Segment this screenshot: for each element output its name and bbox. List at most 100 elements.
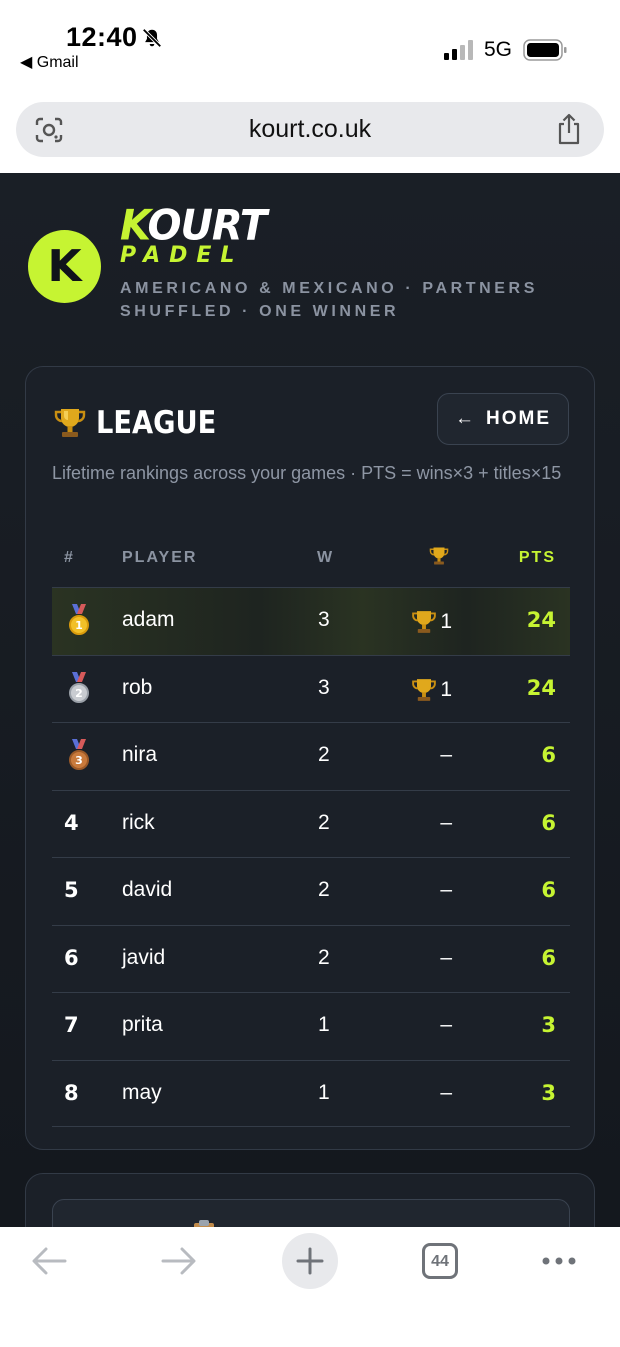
- status-time: 12:40: [66, 22, 138, 52]
- row-player: prita: [122, 1013, 163, 1036]
- medal-gold-icon: 1: [69, 604, 89, 635]
- share-icon[interactable]: [556, 113, 582, 145]
- back-arrow-icon[interactable]: [30, 1245, 68, 1277]
- brand-sub: PADEL: [120, 243, 244, 268]
- row-titles-value: 1: [440, 610, 452, 633]
- next-card-button[interactable]: [52, 1199, 570, 1227]
- row-points: 24: [526, 675, 556, 700]
- medal-bronze-icon: 3: [69, 739, 89, 770]
- medal-rank: 3: [75, 754, 83, 767]
- trophy-icon: [429, 547, 449, 565]
- row-wins: 2: [318, 945, 330, 969]
- col-wins-header: W: [317, 549, 335, 566]
- row-rank: 6: [64, 945, 79, 970]
- signal-icon: [444, 40, 473, 60]
- trophy-icon: [54, 409, 86, 437]
- bell-muted-icon: [142, 28, 162, 48]
- row-player: nira: [122, 743, 158, 766]
- row-player: rob: [122, 675, 153, 699]
- row-titles: –: [440, 946, 452, 970]
- row-titles: –: [440, 743, 452, 767]
- clipboard-icon: [194, 1220, 214, 1227]
- status-bar: 12:40 ◀ Gmail 5G: [0, 0, 620, 90]
- col-points-header: PTS: [518, 549, 556, 566]
- row-points: 3: [541, 1013, 556, 1037]
- browser-toolbar: 44: [0, 1227, 620, 1347]
- row-player: javid: [122, 945, 166, 969]
- row-points: 6: [541, 878, 556, 902]
- row-titles: –: [440, 878, 452, 902]
- col-player-header: PLAYER: [122, 549, 198, 566]
- app-page: K KOURT PADEL AMERICANO & MEXICANO · PAR…: [0, 173, 620, 1227]
- url-text[interactable]: kourt.co.uk: [16, 115, 604, 144]
- new-tab-button[interactable]: [282, 1233, 338, 1289]
- back-to-app-link[interactable]: ◀ Gmail: [20, 52, 79, 72]
- address-bar[interactable]: kourt.co.uk: [16, 102, 604, 157]
- row-player: rick: [122, 810, 155, 834]
- tab-switcher-button[interactable]: 44: [422, 1243, 458, 1279]
- league-table: # PLAYER W PTS 1 adam 3 1 24 2 rob 3 1 24 3 nira 2–6…: [52, 535, 570, 1127]
- medal-rank: 2: [75, 687, 83, 700]
- row-points: 3: [541, 1080, 556, 1105]
- row-titles-value: –: [440, 743, 452, 766]
- network-type: 5G: [484, 38, 513, 61]
- logo-badge: K: [28, 230, 101, 303]
- row-rank: 5: [64, 878, 79, 902]
- row-rank: 7: [64, 1013, 79, 1037]
- row-points: 24: [526, 608, 556, 632]
- row-titles-value: –: [440, 1080, 452, 1104]
- row-titles-value: 1: [440, 677, 452, 701]
- more-icon[interactable]: [540, 1245, 578, 1277]
- row-rank: 4: [64, 810, 79, 835]
- home-button[interactable]: ← HOME: [437, 393, 569, 445]
- league-title-text: LEAGUE: [96, 405, 217, 441]
- row-wins: 2: [318, 743, 330, 766]
- row-wins: 2: [318, 810, 330, 834]
- home-button-label: HOME: [486, 408, 551, 429]
- league-description: Lifetime rankings across your games · PT…: [52, 463, 562, 483]
- table-row: 1 adam 3 1 24: [52, 587, 570, 655]
- row-player: may: [122, 1080, 162, 1104]
- next-card: [25, 1173, 595, 1227]
- row-titles-value: –: [440, 810, 452, 834]
- row-titles: –: [440, 1013, 452, 1037]
- row-wins: 1: [318, 1013, 330, 1036]
- row-titles: 1: [410, 676, 452, 704]
- table-header: # PLAYER W PTS: [52, 535, 570, 587]
- row-points: 6: [541, 810, 556, 835]
- medal-silver-icon: 2: [69, 671, 89, 703]
- row-wins: 1: [318, 1080, 330, 1104]
- row-points: 6: [541, 945, 556, 970]
- row-titles-value: –: [440, 878, 452, 901]
- plus-icon: [296, 1247, 324, 1275]
- table-row: 6 javid 2 – 6: [52, 924, 570, 993]
- table-row: 8 may 1 – 3: [52, 1059, 570, 1127]
- battery-icon: [523, 39, 567, 61]
- row-player: adam: [122, 608, 175, 631]
- arrow-left-icon: ←: [455, 408, 476, 429]
- row-wins: 2: [318, 878, 330, 901]
- col-rank-header: #: [64, 549, 75, 566]
- browser-address-area: kourt.co.uk: [0, 90, 620, 173]
- row-titles-value: –: [440, 1013, 452, 1036]
- row-wins: 3: [318, 608, 330, 631]
- row-points: 6: [541, 743, 556, 767]
- row-player: david: [122, 878, 173, 901]
- row-titles: –: [440, 811, 452, 835]
- row-wins: 3: [318, 675, 330, 699]
- table-body: 1 adam 3 1 24 2 rob 3 1 24 3 nira 2 – 6 4 rick 2 – 6 5 david 2…: [52, 587, 570, 1127]
- table-row: 2 rob 3 1 24: [52, 654, 570, 723]
- league-title: LEAGUE: [52, 403, 233, 443]
- table-row: 4 rick 2 – 6: [52, 789, 570, 858]
- row-titles: 1: [410, 608, 452, 636]
- tagline: AMERICANO & MEXICANO · PARTNERS SHUFFLED…: [120, 280, 538, 320]
- row-titles-value: –: [440, 945, 452, 969]
- table-row: 7 prita 1 – 3: [52, 992, 570, 1060]
- league-card: LEAGUE ← HOME Lifetime rankings across y…: [25, 366, 595, 1150]
- trophy-icon: [412, 611, 437, 633]
- medal-rank: 1: [75, 619, 83, 632]
- trophy-icon: [412, 678, 437, 701]
- table-row: 3 nira 2 – 6: [52, 722, 570, 790]
- row-rank: 8: [64, 1080, 79, 1105]
- forward-arrow-icon[interactable]: [160, 1245, 198, 1277]
